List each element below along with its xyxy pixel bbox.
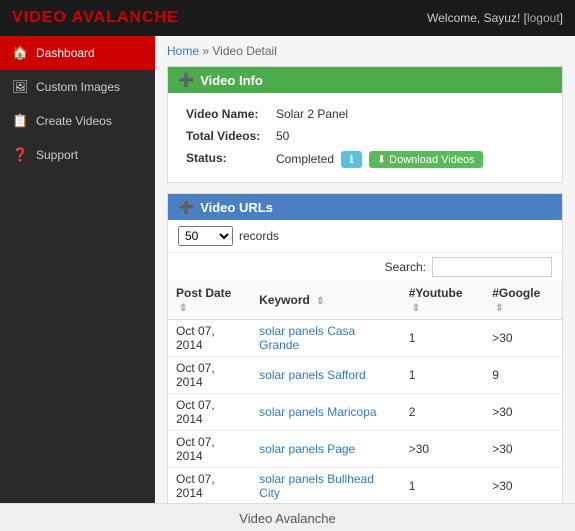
field-label-name: Video Name: bbox=[180, 103, 270, 125]
cell-youtube: >30 bbox=[401, 431, 485, 468]
table-row: Status: Completed ℹ ⬇ Download Videos bbox=[180, 147, 550, 172]
footer-label: Video Avalanche bbox=[239, 511, 335, 526]
keyword-link[interactable]: solar panels Casa Grande bbox=[259, 324, 355, 352]
field-label-status: Status: bbox=[180, 147, 270, 172]
cell-google: >30 bbox=[484, 468, 562, 504]
logo: VIDEO AVALANCHE bbox=[12, 9, 179, 27]
sort-icon-keyword: ⇕ bbox=[316, 296, 324, 307]
cell-google: 9 bbox=[484, 357, 562, 394]
sidebar-label-support: Support bbox=[36, 148, 78, 162]
col-keyword[interactable]: Keyword ⇕ bbox=[251, 281, 401, 320]
field-label-total: Total Videos: bbox=[180, 125, 270, 147]
sidebar-item-custom-images[interactable]: 🖼 Custom Images bbox=[0, 70, 155, 104]
table-controls: 10 25 50 100 records bbox=[168, 220, 562, 253]
cell-youtube: 1 bbox=[401, 468, 485, 504]
col-google[interactable]: #Google ⇕ bbox=[484, 281, 562, 320]
sort-icon-date: ⇕ bbox=[179, 303, 187, 314]
cell-youtube: 1 bbox=[401, 320, 485, 357]
keyword-link[interactable]: solar panels Safford bbox=[259, 368, 366, 382]
breadcrumb-home[interactable]: Home bbox=[167, 44, 199, 58]
table-body: Oct 07, 2014 solar panels Casa Grande 1 … bbox=[168, 320, 562, 504]
video-info-box: ➕ Video Info Video Name: Solar 2 Panel T… bbox=[167, 66, 563, 183]
records-per-page-select[interactable]: 10 25 50 100 bbox=[178, 226, 233, 246]
table-row: Oct 07, 2014 solar panels Page >30 >30 bbox=[168, 431, 562, 468]
keyword-link[interactable]: solar panels Maricopa bbox=[259, 405, 376, 419]
table-row: Oct 07, 2014 solar panels Maricopa 2 >30 bbox=[168, 394, 562, 431]
cell-youtube: 2 bbox=[401, 394, 485, 431]
cell-youtube: 1 bbox=[401, 357, 485, 394]
col-youtube[interactable]: #Youtube ⇕ bbox=[401, 281, 485, 320]
data-table: Post Date ⇕ Keyword ⇕ #Youtube ⇕ #Goog bbox=[168, 281, 562, 503]
video-urls-header: ➕ Video URLs bbox=[168, 194, 562, 220]
video-urls-title: Video URLs bbox=[200, 200, 273, 215]
table-row: Oct 07, 2014 solar panels Casa Grande 1 … bbox=[168, 320, 562, 357]
cell-keyword: solar panels Bullhead City bbox=[251, 468, 401, 504]
cell-google: >30 bbox=[484, 394, 562, 431]
table-header: Post Date ⇕ Keyword ⇕ #Youtube ⇕ #Goog bbox=[168, 281, 562, 320]
cell-keyword: solar panels Page bbox=[251, 431, 401, 468]
search-input[interactable] bbox=[432, 257, 552, 277]
welcome-text: Welcome, Sayuz! bbox=[427, 11, 520, 25]
sort-icon-youtube: ⇕ bbox=[412, 303, 420, 314]
home-icon: 🏠 bbox=[12, 45, 28, 61]
table-row: Oct 07, 2014 solar panels Safford 1 9 bbox=[168, 357, 562, 394]
info-button[interactable]: ℹ bbox=[341, 151, 361, 168]
logo-text: VIDEO bbox=[12, 9, 67, 26]
video-info-body: Video Name: Solar 2 Panel Total Videos: … bbox=[168, 93, 562, 182]
sidebar: 🏠 Dashboard 🖼 Custom Images 📋 Create Vid… bbox=[0, 36, 155, 503]
records-label: records bbox=[239, 229, 279, 243]
cell-keyword: solar panels Maricopa bbox=[251, 394, 401, 431]
main-content: Home » Video Detail ➕ Video Info Video N… bbox=[155, 36, 575, 503]
field-value-name: Solar 2 Panel bbox=[270, 103, 550, 125]
image-icon: 🖼 bbox=[12, 79, 28, 95]
header-user: Welcome, Sayuz! [logout] bbox=[427, 11, 563, 25]
info-table: Video Name: Solar 2 Panel Total Videos: … bbox=[180, 103, 550, 172]
video-urls-icon: ➕ bbox=[178, 199, 194, 215]
video-icon: 📋 bbox=[12, 113, 28, 129]
sidebar-item-create-videos[interactable]: 📋 Create Videos bbox=[0, 104, 155, 138]
sidebar-item-dashboard[interactable]: 🏠 Dashboard bbox=[0, 36, 155, 70]
cell-google: >30 bbox=[484, 320, 562, 357]
table-row: Video Name: Solar 2 Panel bbox=[180, 103, 550, 125]
table-row: Oct 07, 2014 solar panels Bullhead City … bbox=[168, 468, 562, 504]
col-post-date[interactable]: Post Date ⇕ bbox=[168, 281, 251, 320]
sidebar-label-custom-images: Custom Images bbox=[36, 80, 120, 94]
support-icon: ❓ bbox=[12, 147, 28, 163]
logout-link[interactable]: logout bbox=[527, 11, 560, 25]
breadcrumb-separator: » bbox=[202, 44, 209, 58]
logo-accent: AVALANCHE bbox=[72, 9, 179, 26]
status-text: Completed bbox=[276, 152, 334, 166]
cell-keyword: solar panels Safford bbox=[251, 357, 401, 394]
cell-post-date: Oct 07, 2014 bbox=[168, 394, 251, 431]
cell-post-date: Oct 07, 2014 bbox=[168, 468, 251, 504]
keyword-link[interactable]: solar panels Bullhead City bbox=[259, 472, 374, 500]
breadcrumb: Home » Video Detail bbox=[167, 44, 563, 58]
sort-icon-google: ⇕ bbox=[495, 303, 503, 314]
cell-post-date: Oct 07, 2014 bbox=[168, 320, 251, 357]
sidebar-item-support[interactable]: ❓ Support bbox=[0, 138, 155, 172]
sidebar-label-create-videos: Create Videos bbox=[36, 114, 112, 128]
table-row: Total Videos: 50 bbox=[180, 125, 550, 147]
video-urls-box: ➕ Video URLs 10 25 50 100 records Search… bbox=[167, 193, 563, 503]
breadcrumb-current: Video Detail bbox=[212, 44, 277, 58]
footer: Video Avalanche bbox=[0, 503, 575, 531]
cell-google: >30 bbox=[484, 431, 562, 468]
search-row: Search: bbox=[168, 253, 562, 281]
video-info-icon: ➕ bbox=[178, 72, 194, 88]
header: VIDEO AVALANCHE Welcome, Sayuz! [logout] bbox=[0, 0, 575, 36]
field-value-total: 50 bbox=[270, 125, 550, 147]
video-info-header: ➕ Video Info bbox=[168, 67, 562, 93]
download-videos-button[interactable]: ⬇ Download Videos bbox=[369, 151, 483, 168]
video-info-title: Video Info bbox=[200, 73, 263, 88]
cell-post-date: Oct 07, 2014 bbox=[168, 357, 251, 394]
cell-keyword: solar panels Casa Grande bbox=[251, 320, 401, 357]
search-label: Search: bbox=[385, 260, 426, 274]
layout: 🏠 Dashboard 🖼 Custom Images 📋 Create Vid… bbox=[0, 36, 575, 503]
sidebar-label-dashboard: Dashboard bbox=[36, 46, 95, 60]
field-value-status: Completed ℹ ⬇ Download Videos bbox=[270, 147, 550, 172]
keyword-link[interactable]: solar panels Page bbox=[259, 442, 355, 456]
cell-post-date: Oct 07, 2014 bbox=[168, 431, 251, 468]
